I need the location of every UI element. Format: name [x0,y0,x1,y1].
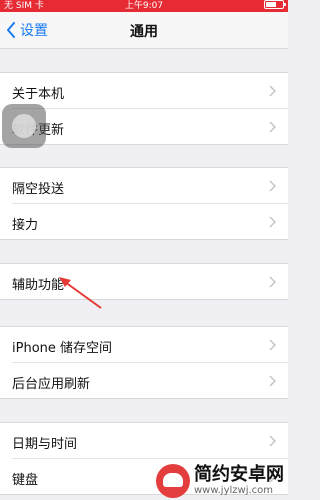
row-label: 日期与时间 [12,437,78,452]
page-title: 通用 [130,24,158,40]
battery-icon [264,0,286,9]
status-time: 上午9:07 [124,1,164,11]
row-software-update[interactable]: 软件更新 [12,109,288,144]
row-handoff[interactable]: 接力 [12,204,288,239]
navigation-bar: 设置 通用 [0,12,288,49]
chevron-right-icon [269,180,276,192]
row-label: 键盘 [12,473,39,488]
battery-level [266,2,276,7]
battery-area [264,0,286,9]
settings-group-airdrop: 隔空投送 接力 [0,167,288,240]
annotation-arrow-icon [59,277,102,309]
assistive-touch-button[interactable] [2,104,46,148]
row-label: 隔空投送 [12,182,65,197]
row-label: iPhone 储存空间 [12,341,113,356]
chevron-right-icon [269,435,276,447]
row-date-time[interactable]: 日期与时间 [12,423,288,459]
watermark: 简约安卓网 www.jylzwj.com [156,464,284,498]
settings-group-accessibility: 辅助功能 [0,263,288,300]
chevron-right-icon [269,216,276,228]
settings-group-storage: iPhone 储存空间 后台应用刷新 [0,326,288,399]
row-about-phone[interactable]: 关于本机 [12,73,288,109]
watermark-title: 简约安卓网 [194,464,284,485]
row-accessibility[interactable]: 辅助功能 [12,264,288,299]
row-background-refresh[interactable]: 后台应用刷新 [12,363,288,398]
status-bar: 无 SIM 卡 上午9:07 [0,0,288,12]
row-label: 后台应用刷新 [12,377,91,392]
watermark-url: www.jylzwj.com [194,485,274,496]
watermark-logo-icon [156,464,190,498]
row-label: 关于本机 [12,87,65,102]
row-label: 接力 [12,218,39,233]
chevron-right-icon [269,121,276,133]
chevron-right-icon [269,276,276,288]
chevron-right-icon [269,85,276,97]
chevron-right-icon [269,375,276,387]
row-airdrop[interactable]: 隔空投送 [12,168,288,204]
chevron-right-icon [269,339,276,351]
row-iphone-storage[interactable]: iPhone 储存空间 [12,327,288,363]
